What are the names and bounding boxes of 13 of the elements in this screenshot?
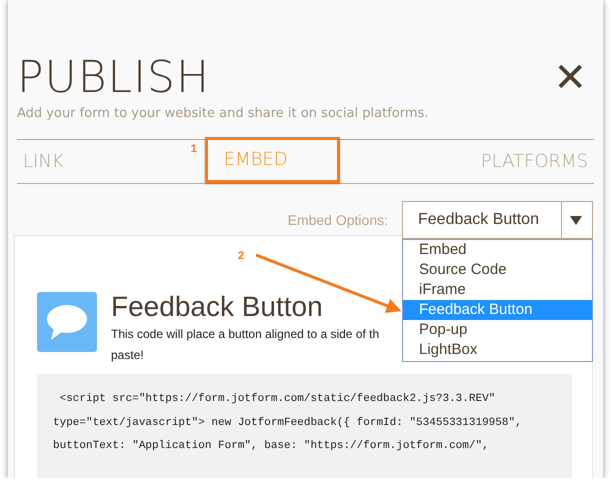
step-number: 1 xyxy=(190,142,197,154)
code-line: type="text/javascript"> new JotformFeedback({ formId: "53455331319958", xyxy=(53,416,523,430)
embed-options-select[interactable]: Feedback Button xyxy=(402,201,593,239)
card-description: paste! xyxy=(111,347,145,364)
code-line: buttonText: "Application Form", base: "https://form.jotform.com/", xyxy=(53,439,490,454)
card-title: Feedback Button xyxy=(111,290,324,324)
dialog-subtitle: Add your form to your website and share it on social platforms. xyxy=(17,106,430,121)
code-line: <script src="https://form.jotform.com/static/feedback2.js?3.3.REV" xyxy=(58,392,496,407)
card-description: This code will place a button aligned to a side of th xyxy=(111,326,380,343)
embed-options-label: Embed Options: xyxy=(288,212,388,228)
step-number: 2 xyxy=(238,250,244,262)
close-button[interactable]: ✕ xyxy=(553,58,587,98)
dialog-title: PUBLISH xyxy=(17,51,210,105)
